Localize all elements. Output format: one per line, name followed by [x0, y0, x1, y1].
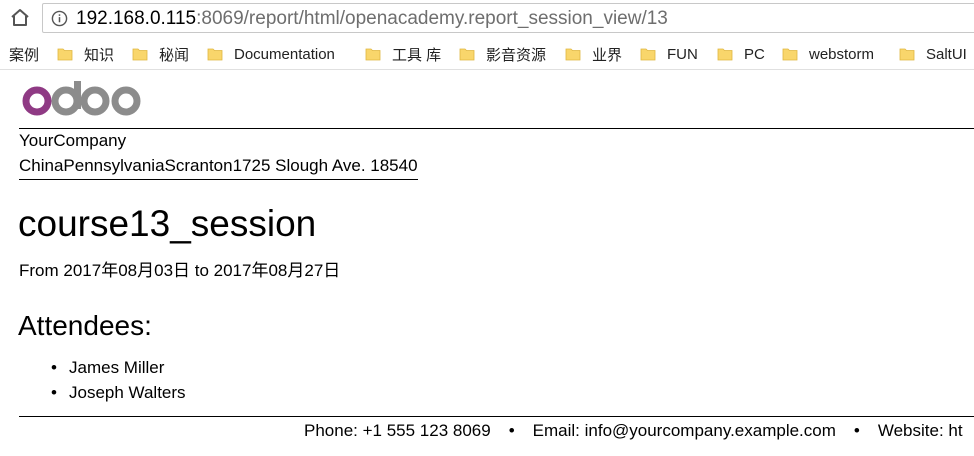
bookmark-fun[interactable]: FUN [640, 44, 698, 64]
footer-phone: Phone: +1 555 123 8069 [304, 421, 491, 440]
bookmark-label: 业界 [592, 46, 623, 64]
bookmark-webstorm[interactable]: webstorm [782, 44, 874, 64]
attendees-heading: Attendees: [18, 310, 152, 341]
address-bar: 192.168.0.115:8069/report/html/openacade… [0, 0, 974, 38]
footer-separator: • [508, 421, 515, 440]
bookmark-label: PC [744, 45, 765, 63]
session-dates: From 2017年08月03日 to 2017年08月27日 [19, 261, 341, 280]
url-host: 192.168.0.115 [76, 8, 197, 29]
url-path: :8069/report/html/openacademy.report_ses… [196, 8, 668, 29]
bookmark-secrets[interactable]: 秘闻 [132, 44, 189, 64]
bookmark-label: 秘闻 [159, 46, 190, 64]
odoo-logo [22, 81, 141, 116]
attendees-list: James Miller Joseph Walters [31, 355, 186, 405]
bookmark-label: FUN [667, 45, 698, 63]
footer-email: Email: info@yourcompany.example.com [532, 421, 836, 440]
bookmark-documentation[interactable]: Documentation [207, 44, 335, 64]
bookmark-knowledge[interactable]: 知识 [57, 44, 114, 64]
folder-icon [132, 48, 148, 61]
bookmark-label: 知识 [84, 46, 115, 64]
url-field[interactable]: 192.168.0.115:8069/report/html/openacade… [42, 3, 974, 33]
company-address: ChinaPennsylvaniaScranton1725 Slough Ave… [19, 156, 418, 180]
bookmark-label: SaltUI [926, 45, 967, 63]
folder-icon [365, 48, 381, 61]
home-icon[interactable] [8, 6, 32, 30]
list-item: James Miller [31, 355, 186, 380]
bookmark-tools[interactable]: 工具 库 [365, 44, 441, 64]
bookmark-label: 案例 [9, 46, 40, 64]
bookmark-industry[interactable]: 业界 [565, 44, 622, 64]
folder-icon [717, 48, 733, 61]
header-divider [19, 128, 974, 129]
bookmark-cases[interactable]: 案例 [9, 44, 39, 64]
bookmark-label: 影音资源 [486, 46, 547, 64]
footer-divider [19, 416, 974, 417]
bookmark-label: Documentation [234, 45, 335, 63]
footer-website: Website: ht [877, 421, 963, 440]
bookmark-label: webstorm [809, 45, 875, 63]
bookmark-media[interactable]: 影音资源 [459, 44, 546, 64]
footer-separator: • [853, 421, 860, 440]
bookmark-label: 工具 库 [392, 46, 442, 64]
bookmark-pc[interactable]: PC [717, 44, 765, 64]
folder-icon [782, 48, 798, 61]
folder-icon [207, 48, 223, 61]
folder-icon [640, 48, 656, 61]
bookmarks-bar: 案例 知识 秘闻 Documentation 工具 库 影音资源 业界 FUN … [0, 38, 974, 70]
folder-icon [565, 48, 581, 61]
list-item: Joseph Walters [31, 380, 186, 405]
company-name: YourCompany [19, 131, 127, 150]
url-text: 192.168.0.115:8069/report/html/openacade… [76, 8, 668, 30]
site-info-icon[interactable] [51, 10, 68, 27]
folder-icon [459, 48, 475, 61]
bookmark-saltui[interactable]: SaltUI [899, 44, 967, 64]
folder-icon [57, 48, 73, 61]
folder-icon [899, 48, 915, 61]
report-title: course13_session [18, 203, 317, 244]
report-footer: Phone: +1 555 123 8069 • Email: info@yourc… [304, 421, 963, 441]
